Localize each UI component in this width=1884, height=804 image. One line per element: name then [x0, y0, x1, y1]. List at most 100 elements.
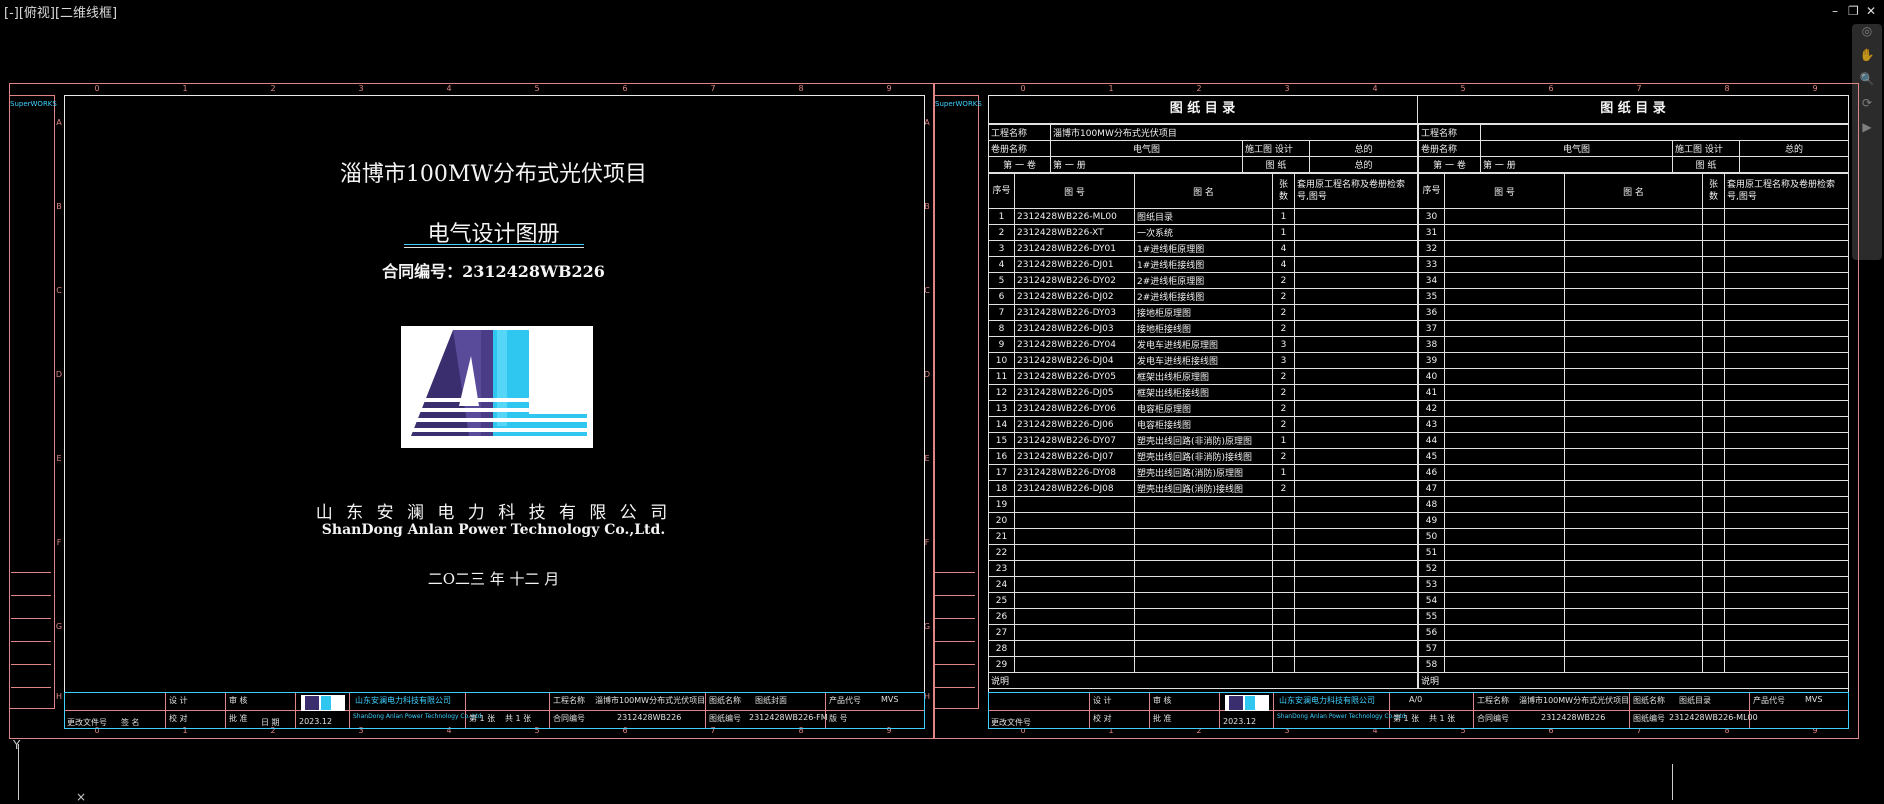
pan-icon[interactable]: ✋	[1852, 48, 1882, 72]
cell-seq: 42	[1418, 400, 1445, 417]
tb-drawing-label: 图纸名称	[709, 696, 741, 705]
close-button[interactable]: ✕	[1866, 4, 1876, 18]
cell-empty	[1702, 272, 1725, 289]
table-row: 24	[988, 576, 1418, 593]
contract-number: 合同编号：2312428WB226	[382, 262, 605, 281]
cell-no	[1014, 528, 1135, 545]
ruler-number: 0	[94, 84, 100, 93]
cell-empty	[1724, 304, 1849, 321]
cell-sheets: 2	[1272, 288, 1295, 305]
full-navigation-wheel-icon[interactable]: ◎	[1852, 24, 1882, 48]
cell-reuse	[1294, 352, 1418, 369]
cell-seq: 31	[1418, 224, 1445, 241]
ruler-number: 8	[798, 84, 804, 93]
tb-drawing-no-label: 图纸编号	[709, 714, 741, 723]
table-row: 44	[1418, 432, 1849, 449]
cell-empty	[1444, 544, 1565, 561]
ruler-number: 8	[1724, 84, 1730, 93]
cell-reuse	[1294, 640, 1418, 657]
ruler-number: 4	[1372, 84, 1378, 93]
cell-empty	[1702, 560, 1725, 577]
cell-empty	[1444, 640, 1565, 657]
idx-date-value: 2023.12	[1223, 717, 1257, 726]
cell-seq: 12	[988, 384, 1015, 401]
cell-sheets	[1272, 640, 1295, 657]
table-row: 29	[988, 656, 1418, 673]
col-name: 图 名	[1134, 173, 1273, 209]
cell-seq: 53	[1418, 576, 1445, 593]
cell-empty	[1444, 512, 1565, 529]
cell-reuse	[1294, 208, 1418, 225]
cell-sheets: 2	[1272, 304, 1295, 321]
cell-seq: 48	[1418, 496, 1445, 513]
cell-seq: 49	[1418, 512, 1445, 529]
cell-seq: 57	[1418, 640, 1445, 657]
cell-seq: 43	[1418, 416, 1445, 433]
cell-empty	[1724, 528, 1849, 545]
idx-contract-label: 合同编号	[1477, 714, 1509, 723]
cell-empty	[1702, 240, 1725, 257]
cell-no	[1014, 624, 1135, 641]
book-no: 第 一 册	[1050, 156, 1243, 173]
check-label: 校 对	[169, 714, 188, 723]
index-list-table-left: 序号 图 号 图 名 张数 套用原工程名称及卷册检索号,图号 1 2312428W…	[988, 173, 1418, 689]
cell-seq: 22	[988, 544, 1015, 561]
table-row: 4 2312428WB226-DJ01 1#进线柜接线图 4	[988, 256, 1418, 273]
ruler-number: 3	[358, 84, 364, 93]
table-row: 46	[1418, 464, 1849, 481]
cell-seq: 54	[1418, 592, 1445, 609]
cell-empty	[1564, 608, 1703, 625]
cell-seq: 39	[1418, 352, 1445, 369]
col-reuse: 套用原工程名称及卷册检索号,图号	[1294, 173, 1418, 209]
table-row: 28	[988, 640, 1418, 657]
ruler-number: 1	[182, 84, 188, 93]
cell-reuse	[1294, 496, 1418, 513]
restore-button[interactable]: ❐	[1848, 4, 1859, 18]
date-label: 日 期	[261, 718, 280, 727]
index-title-block: 设 计 校 对 审 核 批 准 更改文件号 2023.12 山东安澜电力科技有限…	[988, 692, 1849, 729]
cell-reuse	[1294, 224, 1418, 241]
cell-no: 2312428WB226-DJ08	[1014, 480, 1135, 497]
cell-empty	[1444, 592, 1565, 609]
cell-empty	[1444, 624, 1565, 641]
cell-name: 发电车进线柜接线图	[1134, 352, 1273, 369]
cell-empty	[1564, 416, 1703, 433]
cell-seq: 7	[988, 304, 1015, 321]
cell-empty	[1724, 400, 1849, 417]
ruler-number: 0	[1020, 84, 1026, 93]
cell-empty	[1724, 272, 1849, 289]
cell-sheets	[1272, 496, 1295, 513]
minimize-button[interactable]: –	[1832, 4, 1838, 18]
cell-empty	[1444, 352, 1565, 369]
cell-no: 2312428WB226-DJ02	[1014, 288, 1135, 305]
cell-sheets: 1	[1272, 464, 1295, 481]
project-name: 淄博市100MW分布式光伏项目	[1049, 124, 1419, 141]
idx-project-name: 淄博市100MW分布式光伏项目	[1519, 696, 1630, 705]
idx-sheet-label: 第 1 张	[1393, 714, 1420, 723]
index-header-table-right: 工程名称 卷册名称 电气图 施工图 设计 总的 第 一 卷 第 一 册 图 纸	[1418, 124, 1849, 173]
table-row: 20	[988, 512, 1418, 529]
cell-sheets: 1	[1272, 432, 1295, 449]
table-row: 13 2312428WB226-DY06 电容柜原理图 2	[988, 400, 1418, 417]
cell-empty	[1444, 256, 1565, 273]
viewport-label[interactable]: [-][俯视][二维线框]	[4, 2, 117, 21]
cell-empty	[1444, 576, 1565, 593]
table-row: 12 2312428WB226-DJ05 框架出线柜接线图 2	[988, 384, 1418, 401]
cell-seq: 51	[1418, 544, 1445, 561]
cell-empty	[1724, 560, 1849, 577]
cell-seq: 41	[1418, 384, 1445, 401]
cell-empty	[1702, 640, 1725, 657]
cell-empty	[1564, 640, 1703, 657]
cell-empty	[1444, 272, 1565, 289]
tb-product-label: 产品代号	[829, 696, 861, 705]
cell-empty	[1702, 576, 1725, 593]
cell-empty	[1702, 544, 1725, 561]
cell-no: 2312428WB226-XT	[1014, 224, 1135, 241]
cell-empty	[1724, 512, 1849, 529]
table-row: 40	[1418, 368, 1849, 385]
cell-seq: 32	[1418, 240, 1445, 257]
index-brand-label: SuperWORKS	[935, 100, 982, 108]
col-seq: 序号	[988, 173, 1015, 209]
binding-strip-cells	[11, 550, 51, 688]
cell-name: 图纸目录	[1134, 208, 1273, 225]
